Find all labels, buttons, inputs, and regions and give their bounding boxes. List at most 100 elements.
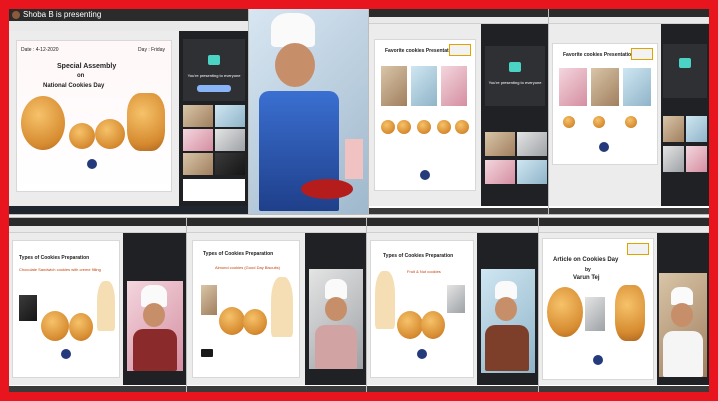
presenting-card: You're presenting to everyone (485, 46, 545, 106)
cookie-small (69, 123, 95, 149)
taskbar[interactable] (187, 386, 367, 392)
school-logo (631, 48, 653, 60)
meet-sidepanel (305, 233, 367, 385)
slide-favorite-cookies: Favorite cookies Presentation (553, 44, 657, 164)
presenting-msg: You're presenting to everyone (488, 80, 542, 85)
child-shirt (315, 325, 357, 369)
meet-sidepanel: You're presenting to everyone (179, 31, 249, 206)
slide-title-line3: Varun Tej (573, 275, 600, 281)
slide-subtitle: Chocolate Sandwich cookies with creme fi… (19, 267, 101, 272)
speaker-video (659, 273, 707, 377)
cookie-photo (19, 295, 37, 321)
app-ribbon[interactable] (9, 226, 187, 233)
school-logo (449, 44, 471, 56)
slide-canvas-area: Article on Cookies Day by Varun Tej (539, 233, 657, 385)
slide-title: Types of Cookies Preparation (383, 253, 454, 259)
present-icon (679, 58, 691, 68)
child-face (495, 297, 517, 321)
participant-thumb-3 (485, 160, 515, 184)
taskbar[interactable] (539, 386, 709, 392)
participant-thumb-1 (663, 116, 684, 142)
photo-1 (381, 66, 407, 106)
participant-thumb-3 (663, 146, 684, 172)
window-titlebar (549, 9, 709, 17)
speaker-video (309, 269, 363, 369)
slide-canvas-area: Date : 4-12-2020 Day : Friday Special As… (9, 31, 179, 206)
speaker-video (127, 281, 183, 371)
presenter-avatar (12, 11, 20, 19)
cookie-row-3 (417, 120, 431, 134)
app-ribbon[interactable] (549, 17, 709, 24)
slide-date: Date : 4-12-2020 (21, 47, 59, 53)
cookie-row-5 (455, 120, 469, 134)
app-ribbon[interactable] (539, 226, 709, 233)
cookie-2 (243, 309, 267, 335)
participant-thumb-4 (686, 146, 707, 172)
slide-title-line3: National Cookies Day (43, 83, 105, 89)
slide-title: Favorite cookies Presentation (563, 52, 635, 58)
cookie-stack (127, 93, 165, 151)
window-titlebar (369, 9, 549, 17)
slide-canvas-area: Favorite cookies Presentation (549, 24, 661, 206)
cookie-row-2 (593, 116, 605, 128)
child-face (143, 303, 165, 327)
chef-character (97, 281, 115, 331)
taskbar[interactable] (9, 386, 187, 392)
slide-subtitle: Fruit & Nut cookies (407, 269, 441, 274)
wall-decor (345, 139, 363, 179)
author-photo (585, 297, 605, 331)
cookie-1 (41, 311, 69, 341)
meet-sidepanel (477, 233, 539, 385)
participant-thumb-4 (517, 160, 547, 184)
tile-special-assembly: Shoba B is presenting Date : 4-12-2020 D… (9, 9, 249, 214)
cookie-row-1 (563, 116, 575, 128)
slide-title-line1: Article on Cookies Day (553, 257, 619, 263)
slide-day: Day : Friday (138, 47, 165, 53)
presenter-banner: Shoba B is presenting (9, 9, 249, 21)
tile-favorite-cookies-2: Favorite cookies Presentation (549, 9, 709, 214)
stop-presenting-button[interactable] (197, 85, 231, 92)
chef-hat (271, 13, 315, 47)
present-icon (509, 62, 521, 72)
tile-article: Article on Cookies Day by Varun Tej (539, 218, 709, 392)
cookie-row-4 (437, 120, 451, 134)
participant-thumb-2 (686, 116, 707, 142)
app-ribbon[interactable] (367, 226, 539, 233)
cookie-small-2 (95, 119, 125, 149)
photo-2 (591, 68, 619, 106)
school-emblem (417, 349, 427, 359)
slide-canvas-area: Types of Cookies Preparation Fruit & Nut… (367, 233, 477, 385)
child-face (671, 303, 693, 327)
meet-sidepanel (123, 233, 187, 385)
tile-types-cookies-2: Types of Cookies Preparation Almond cook… (187, 218, 367, 392)
app-ribbon[interactable] (187, 226, 367, 233)
participant-thumb-4 (215, 129, 245, 151)
participant-thumb-5 (183, 153, 213, 175)
taskbar[interactable] (367, 386, 539, 392)
window-titlebar (367, 218, 539, 226)
participant-thumb-1 (485, 132, 515, 156)
taskbar[interactable] (549, 208, 709, 214)
presenting-card (663, 44, 707, 98)
taskbar[interactable] (369, 208, 549, 214)
taskbar[interactable] (9, 206, 249, 214)
slide-canvas-area: Types of Cookies Preparation Almond cook… (187, 233, 305, 385)
cookie-1 (219, 307, 245, 335)
slide-types-cookies: Types of Cookies Preparation Fruit & Nut… (371, 241, 473, 377)
tile-types-cookies-1: Types of Cookies Preparation Chocolate S… (9, 218, 187, 392)
school-emblem (87, 159, 97, 169)
slide-title-line2: by (585, 267, 591, 273)
participant-thumb-2 (215, 105, 245, 127)
child-shirt (485, 325, 529, 371)
child-apron (663, 331, 703, 377)
slide-title-line2: on (77, 73, 85, 79)
app-ribbon[interactable] (369, 17, 549, 24)
presenter-text: Shoba B is presenting (23, 10, 102, 19)
cookie-photo (447, 285, 465, 313)
meet-sidepanel: You're presenting to everyone (481, 24, 549, 206)
window-titlebar (9, 218, 187, 226)
cookie-row-2 (397, 120, 411, 134)
slide-special-assembly: Date : 4-12-2020 Day : Friday Special As… (17, 41, 171, 191)
slide-article: Article on Cookies Day by Varun Tej (543, 239, 653, 379)
chat-strip[interactable] (183, 179, 245, 201)
